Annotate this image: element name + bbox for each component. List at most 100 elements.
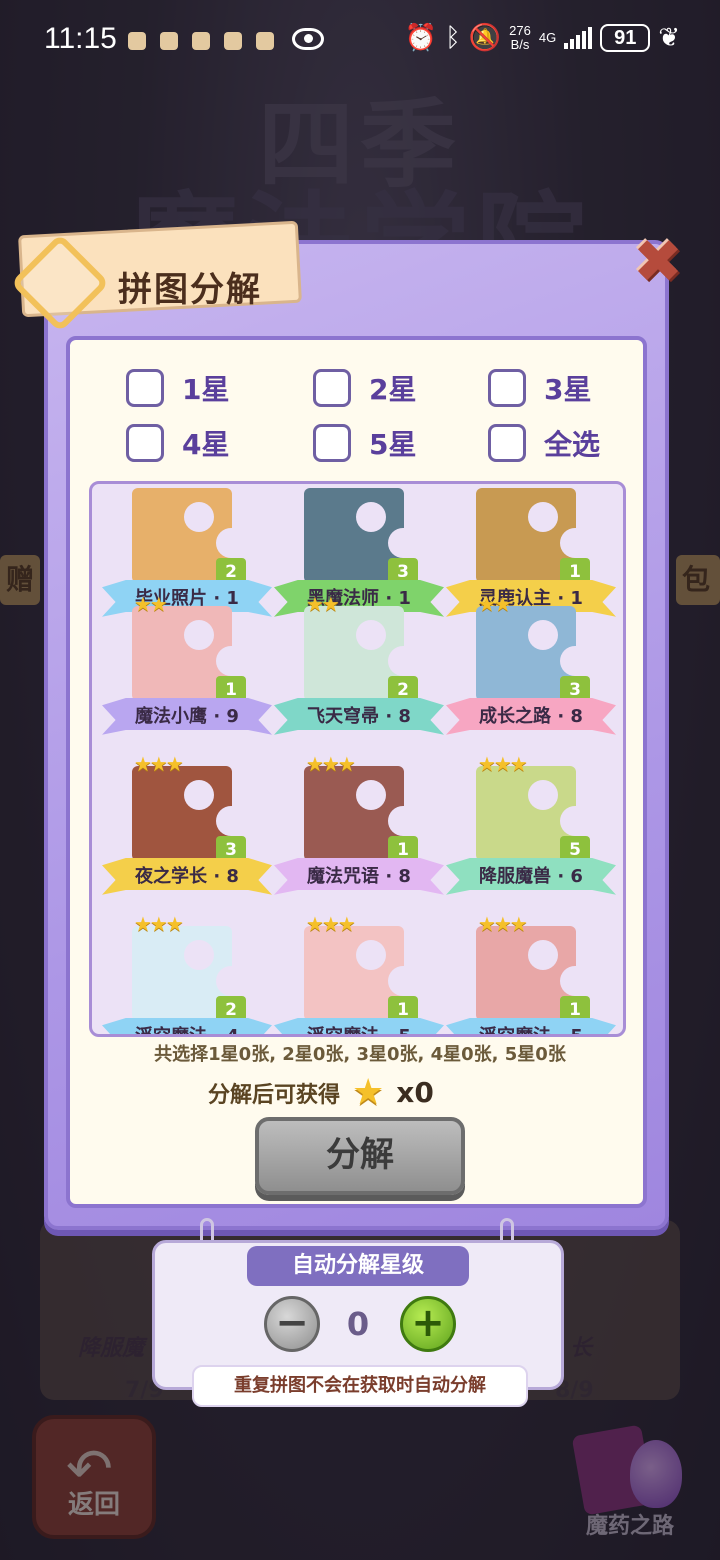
notification-icon (256, 32, 274, 50)
notification-icon (128, 32, 146, 50)
close-icon[interactable]: ✖ (630, 232, 686, 292)
piece-name: 浮空魔法 · 4 (135, 1026, 239, 1037)
puzzle-notch (356, 620, 386, 650)
puzzle-notch (528, 620, 558, 650)
filter-3-star[interactable]: 3星 (488, 368, 591, 408)
notification-icon (160, 32, 178, 50)
piece-name: 魔法咒语 · 8 (307, 866, 411, 887)
star-icon: ★ (352, 1072, 385, 1113)
puzzle-notch (184, 940, 214, 970)
auto-star-level: 0 (346, 1305, 370, 1343)
piece-name: 成长之路 · 8 (479, 706, 583, 727)
star-rating-icon: ★★★ (478, 912, 528, 936)
status-indicators: ⏰ ᛒ 🔕 276 B/s 4G 91 ❦ (405, 22, 680, 53)
star-rating-icon: ★★★ (478, 752, 528, 776)
star-rating-icon: ★★★ (306, 752, 356, 776)
filter-label: 1星 (182, 373, 230, 406)
piece-name: 降服魔兽 · 6 (479, 866, 583, 887)
puzzle-piece[interactable]: ★★★ 1 浮空魔法 · 5 (446, 912, 616, 1037)
checkbox[interactable] (488, 424, 526, 462)
piece-name: 魔法小鹰 · 9 (135, 706, 239, 727)
auto-decompose-note: 重复拼图不会在获取时自动分解 (192, 1365, 528, 1407)
filter-4-star[interactable]: 4星 (126, 423, 229, 463)
puzzle-notch (528, 940, 558, 970)
filter-select-all[interactable]: 全选 (488, 423, 600, 463)
filter-2-star[interactable]: 2星 (313, 368, 416, 408)
star-rating-icon: ★★★ (134, 912, 184, 936)
status-bar: 11:15 ⏰ ᛒ 🔕 276 B/s 4G 91 ❦ (0, 0, 720, 80)
leaf-icon: ❦ (658, 22, 680, 52)
net-speed-value: 276 (509, 22, 531, 38)
puzzle-notch (388, 966, 404, 996)
filter-label: 4星 (182, 428, 230, 461)
decrease-button[interactable]: − (264, 1296, 320, 1352)
checkbox[interactable] (126, 424, 164, 462)
eye-icon (292, 28, 324, 50)
checkbox[interactable] (488, 369, 526, 407)
battery-icon: 91 (600, 23, 651, 52)
piece-name: 飞天穹帚 · 8 (307, 706, 411, 727)
puzzle-piece[interactable]: ★★★ 1 浮空魔法 · 5 (274, 912, 444, 1037)
star-rating-icon: ★★★ (306, 912, 356, 936)
puzzle-notch (216, 528, 232, 558)
gain-value: x0 (396, 1076, 434, 1109)
checkbox[interactable] (313, 369, 351, 407)
puzzle-piece[interactable]: ★★ 2 飞天穹帚 · 8 (274, 592, 444, 758)
checkbox[interactable] (126, 369, 164, 407)
puzzle-notch (388, 528, 404, 558)
puzzle-notch (184, 780, 214, 810)
checkbox[interactable] (313, 424, 351, 462)
star-rating-icon: ★★★ (134, 752, 184, 776)
puzzle-notch (560, 528, 576, 558)
puzzle-notch (560, 966, 576, 996)
star-rating-icon: ★★ (306, 592, 340, 616)
net-speed-unit: B/s (510, 36, 530, 52)
filter-label: 2星 (369, 373, 417, 406)
puzzle-notch (560, 806, 576, 836)
increase-button[interactable]: + (400, 1296, 456, 1352)
notification-icons (128, 32, 274, 50)
puzzle-notch (528, 780, 558, 810)
filter-label: 全选 (544, 428, 601, 461)
mute-icon: 🔕 (468, 22, 502, 52)
piece-name: 浮空魔法 · 5 (479, 1026, 583, 1037)
puzzle-notch (528, 502, 558, 532)
filter-1-star[interactable]: 1星 (126, 368, 229, 408)
puzzle-piece[interactable]: ★★★ 3 夜之学长 · 8 (102, 752, 272, 918)
puzzle-piece[interactable]: ★★ 1 魔法小鹰 · 9 (102, 592, 272, 758)
puzzle-piece[interactable]: ★★★ 2 浮空魔法 · 4 (102, 912, 272, 1037)
puzzle-notch (184, 502, 214, 532)
notification-icon (192, 32, 210, 50)
puzzle-notch (216, 646, 232, 676)
alarm-icon: ⏰ (404, 22, 438, 52)
signal-icon (564, 26, 593, 49)
star-rating-icon: ★★ (478, 592, 512, 616)
puzzle-notch (184, 620, 214, 650)
net-speed: 276 B/s (509, 22, 531, 52)
filter-label: 3星 (544, 373, 592, 406)
decompose-button[interactable]: 分解 (255, 1117, 465, 1195)
piece-name: 浮空魔法 · 5 (307, 1026, 411, 1037)
star-rating-icon: ★★ (134, 592, 168, 616)
puzzle-notch (216, 966, 232, 996)
puzzle-piece[interactable]: ★★ 3 成长之路 · 8 (446, 592, 616, 758)
puzzle-notch (356, 940, 386, 970)
selection-summary: 共选择1星0张, 2星0张, 3星0张, 4星0张, 5星0张 (154, 1044, 566, 1065)
auto-decompose-title: 自动分解星级 (247, 1246, 469, 1286)
puzzle-grid: 2 毕业照片 · 1 3 黑魔法师 · 1 1 灵鹿认主 · 1 ★★ 1 魔法小鹰 · 9 ★★… (89, 481, 626, 1037)
puzzle-piece[interactable]: ★★★ 1 魔法咒语 · 8 (274, 752, 444, 918)
puzzle-notch (388, 646, 404, 676)
filter-5-star[interactable]: 5星 (313, 423, 416, 463)
puzzle-piece[interactable]: ★★★ 5 降服魔兽 · 6 (446, 752, 616, 918)
piece-name: 夜之学长 · 8 (135, 866, 239, 887)
notification-icon (224, 32, 242, 50)
puzzle-notch (356, 502, 386, 532)
status-time: 11:15 (44, 22, 117, 55)
puzzle-notch (388, 806, 404, 836)
bluetooth-icon: ᛒ (445, 22, 461, 52)
gain-info: 分解后可获得 ★ x0 (208, 1072, 434, 1113)
filter-label: 5星 (369, 428, 417, 461)
puzzle-notch (216, 806, 232, 836)
puzzle-notch (560, 646, 576, 676)
network-type: 4G (538, 30, 557, 45)
